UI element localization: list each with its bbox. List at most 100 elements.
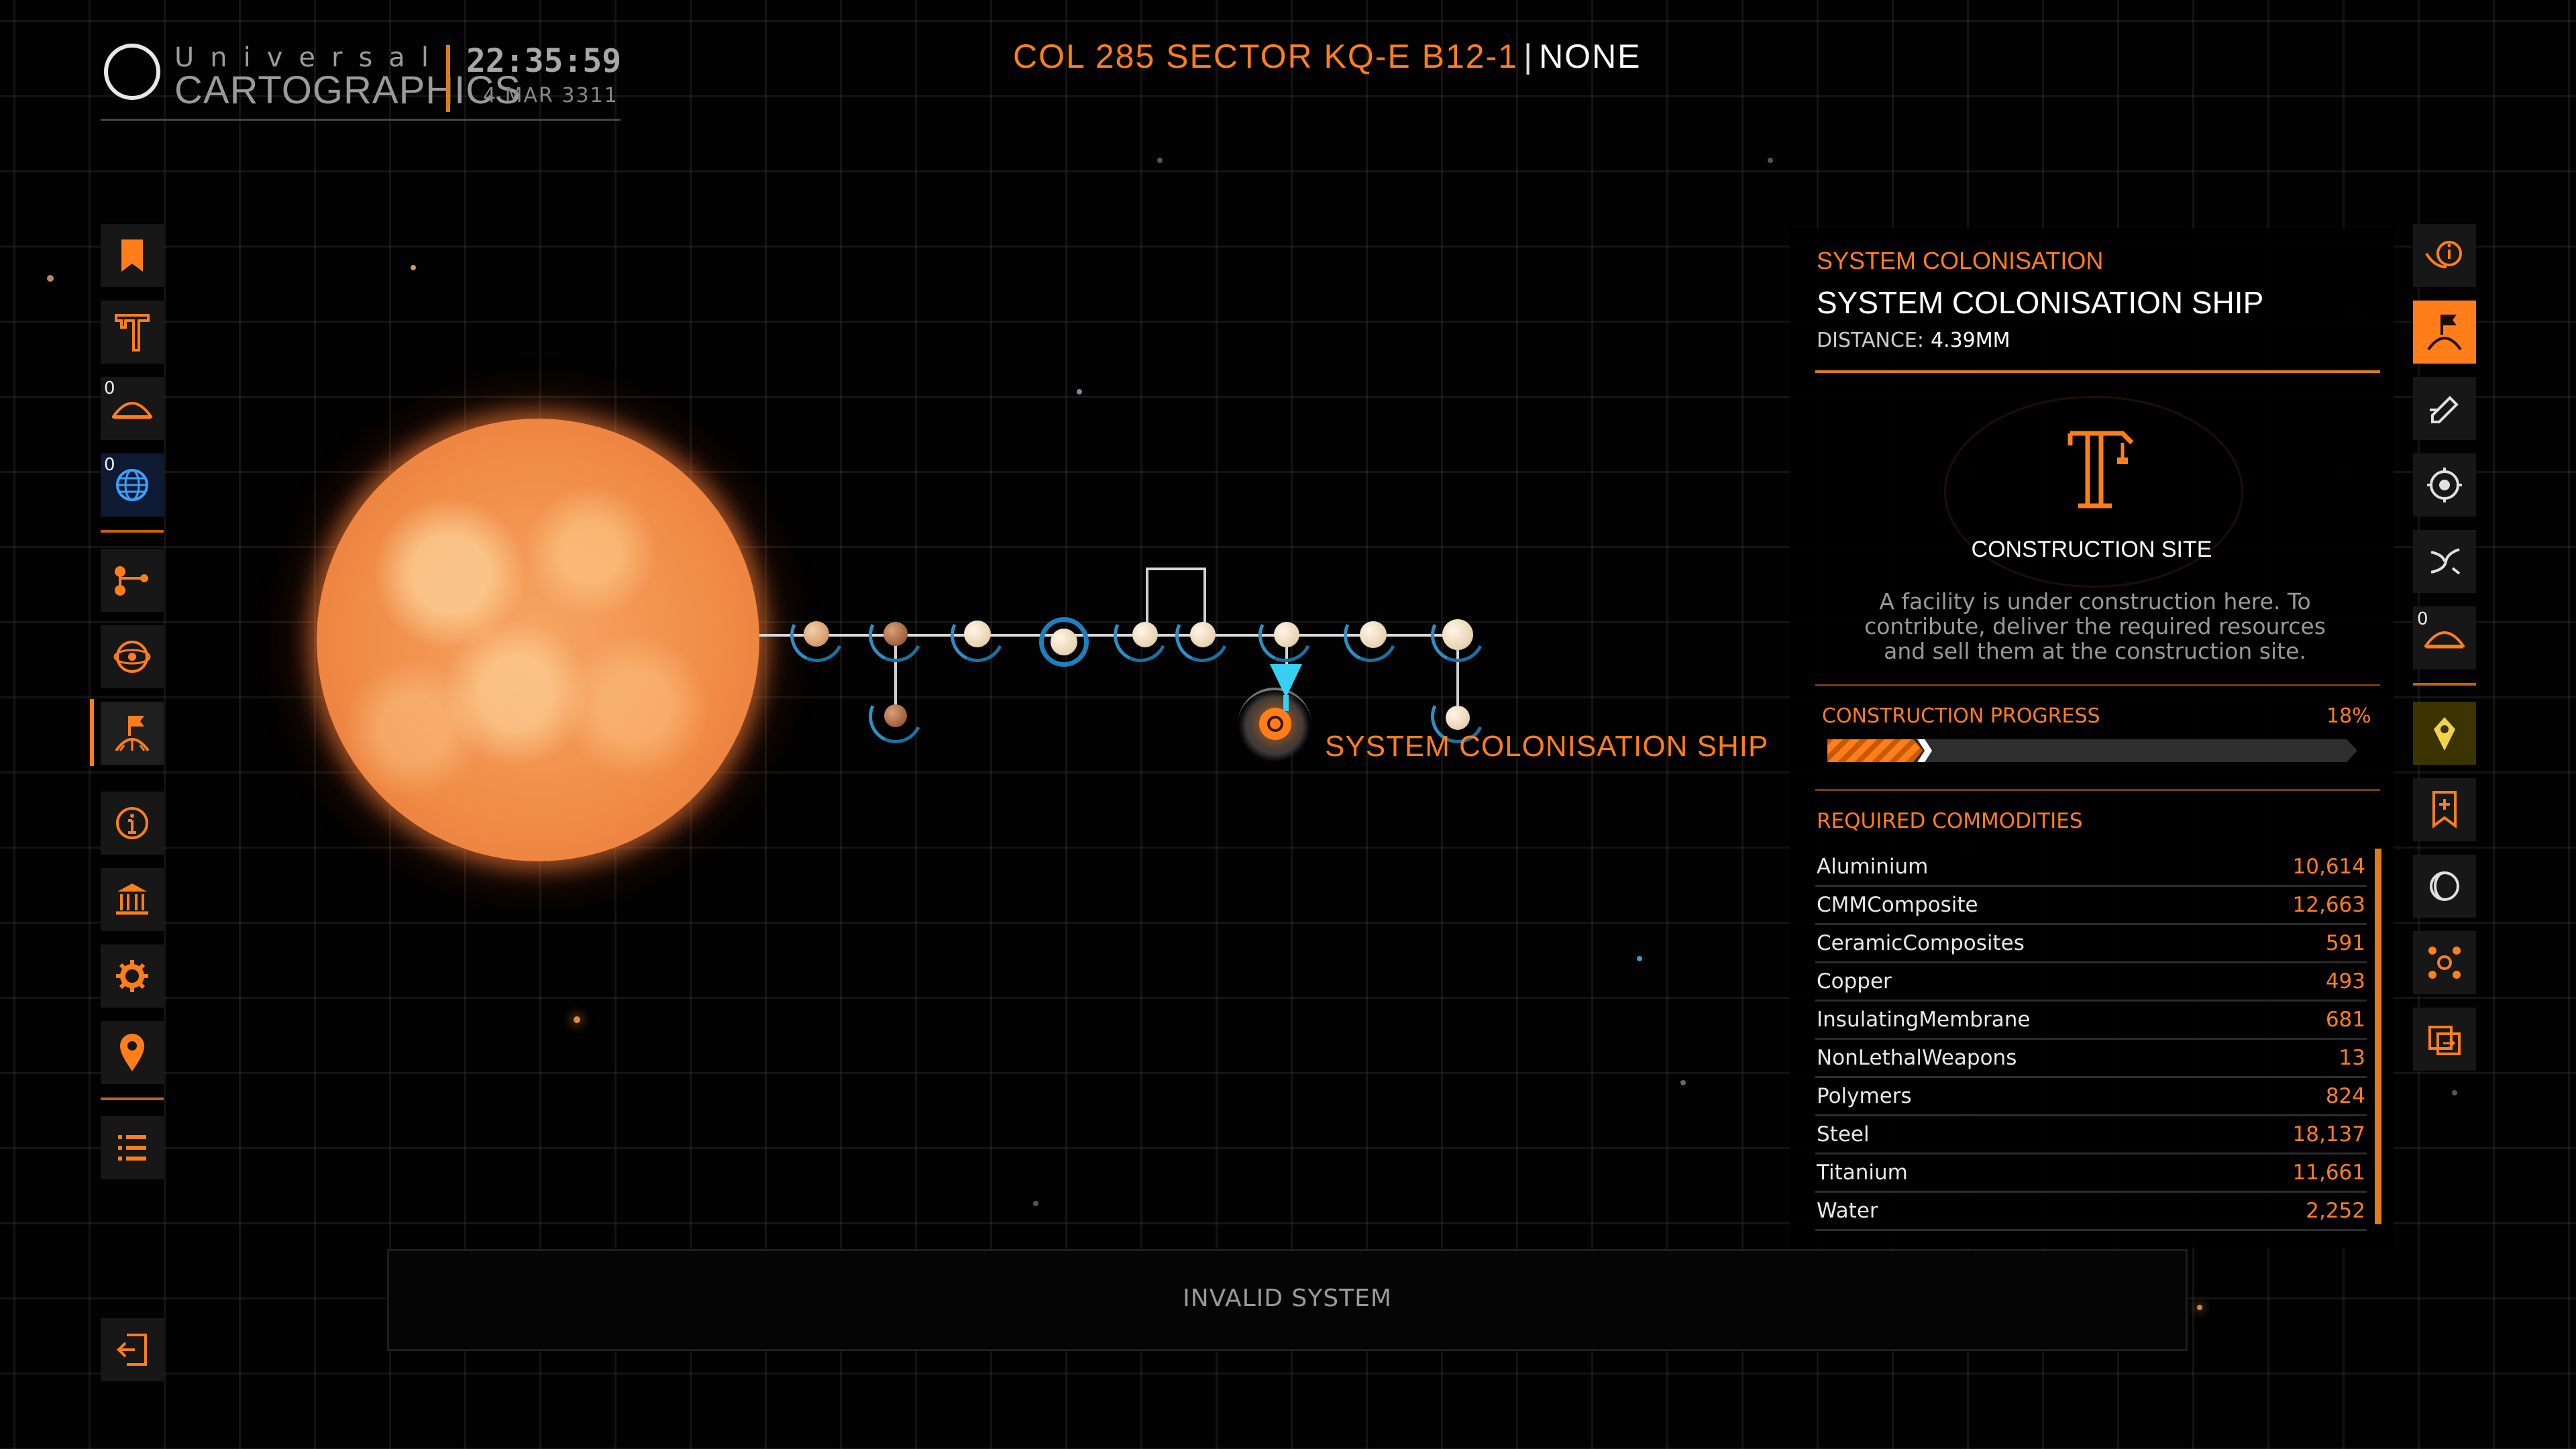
commodities-list[interactable]: Aluminium 10,614 CMMComposite 12,663 Ceramic…	[1815, 849, 2367, 1231]
commodity-amount: 824	[2325, 1084, 2365, 1108]
background-star	[1033, 1201, 1038, 1206]
right-nav-export[interactable]	[2413, 1008, 2476, 1071]
planet-body[interactable]	[964, 621, 991, 647]
commodity-amount: 11,661	[2292, 1161, 2365, 1185]
target-icon	[2427, 468, 2462, 502]
commodity-name: Steel	[1817, 1122, 1870, 1146]
planet-body[interactable]	[883, 622, 908, 646]
left-nav-construction[interactable]	[101, 301, 164, 364]
system-star[interactable]	[317, 419, 759, 861]
planet-body[interactable]	[1360, 621, 1387, 648]
right-nav-colonisation[interactable]	[2413, 301, 2476, 364]
background-star	[1157, 158, 1163, 163]
construction-progress-bar	[1827, 739, 2357, 762]
commodity-row[interactable]: Water 2,252	[1815, 1193, 2367, 1231]
left-nav-location[interactable]	[101, 1021, 164, 1084]
commodity-name: CMMComposite	[1817, 893, 1978, 917]
commodity-row[interactable]: Polymers 824	[1815, 1078, 2367, 1116]
commodity-row[interactable]: Titanium 11,661	[1815, 1155, 2367, 1193]
commodity-amount: 591	[2325, 931, 2365, 955]
status-text: INVALID SYSTEM	[1183, 1285, 1392, 1312]
background-star	[574, 1016, 580, 1023]
left-nav-bookmarks[interactable]	[101, 224, 164, 287]
panel-divider	[1815, 684, 2380, 686]
left-nav-route[interactable]	[101, 549, 164, 612]
commodity-name: Copper	[1817, 969, 1892, 994]
system-name: COL 285 SECTOR KQ-E B12-1	[1013, 38, 1519, 75]
left-nav-colonisation[interactable]	[101, 702, 164, 765]
left-nav-settings[interactable]	[101, 945, 164, 1008]
commodity-amount: 13	[2339, 1046, 2365, 1070]
right-nav-target[interactable]	[2413, 453, 2476, 517]
left-nav-galaxy[interactable]	[101, 625, 164, 688]
site-type-title: CONSTRUCTION SITE	[1971, 537, 2212, 562]
selected-body-label: SYSTEM COLONISATION SHIP	[1325, 730, 1769, 763]
right-nav-edit[interactable]	[2413, 377, 2476, 440]
commodity-name: InsulatingMembrane	[1817, 1008, 2031, 1032]
export-icon	[2428, 1026, 2461, 1055]
universal-cartographics-logo: Universal CARTOGRAPHICS 22:35:59 4 MAR 3…	[101, 37, 624, 124]
planet-body[interactable]	[1190, 622, 1216, 647]
commodities-scrollbar-thumb[interactable]	[2375, 849, 2381, 1224]
left-nav-list[interactable]	[101, 1116, 164, 1179]
right-nav-swap[interactable]	[2413, 530, 2476, 593]
left-nav-exit[interactable]	[101, 1318, 164, 1381]
commodity-name: Polymers	[1817, 1084, 1912, 1108]
landable-count: 0	[2417, 609, 2428, 629]
background-star	[1680, 1080, 1686, 1085]
system-title-bar: COL 285 SECTOR KQ-E B12-1 | NONE	[1013, 37, 1642, 76]
background-star	[411, 265, 416, 270]
left-nav-earthlike[interactable]: 0	[101, 453, 164, 517]
commodity-row[interactable]: Aluminium 10,614	[1815, 849, 2367, 887]
background-star	[1768, 158, 1773, 163]
right-nav-network[interactable]	[2413, 931, 2476, 994]
planet-body[interactable]	[1442, 619, 1473, 650]
exit-icon	[117, 1334, 147, 1366]
planet-body[interactable]	[1274, 622, 1299, 647]
body-info-panel: SYSTEM COLONISATION SYSTEM COLONISATION …	[1790, 228, 2394, 1248]
bank-icon	[116, 883, 148, 915]
commodity-name: Water	[1817, 1199, 1878, 1223]
commodity-amount: 2,252	[2306, 1199, 2365, 1223]
commodity-row[interactable]: CMMComposite 12,663	[1815, 887, 2367, 925]
background-star	[1077, 389, 1082, 394]
network-icon	[2428, 947, 2461, 979]
right-nav-planet[interactable]	[2413, 855, 2476, 918]
right-nav-landable[interactable]: 0	[2413, 606, 2476, 669]
left-nav-divider	[101, 1097, 164, 1100]
bookmark-icon	[121, 239, 143, 272]
commodity-row[interactable]: InsulatingMembrane 681	[1815, 1002, 2367, 1040]
right-nav-bookmark[interactable]	[2413, 778, 2476, 841]
planet-body[interactable]	[804, 621, 829, 647]
planet-body[interactable]	[1132, 622, 1158, 647]
site-description: A facility is under construction here. T…	[1864, 588, 2326, 664]
right-nav-marker[interactable]	[2413, 702, 2476, 765]
commodity-name: NonLethalWeapons	[1817, 1046, 2017, 1070]
commodity-row[interactable]: Copper 493	[1815, 963, 2367, 1002]
commodity-name: Titanium	[1817, 1161, 1908, 1185]
flag-icon	[2427, 315, 2462, 351]
commodity-amount: 10,614	[2292, 855, 2365, 879]
info-icon	[116, 807, 148, 839]
game-clock: 22:35:59	[466, 42, 622, 80]
right-nav-info[interactable]	[2413, 224, 2476, 287]
background-star	[2452, 1090, 2457, 1095]
moon-body[interactable]	[1446, 706, 1470, 730]
planet-body[interactable]	[1051, 629, 1077, 655]
commodity-row[interactable]: Steel 18,137	[1815, 1116, 2367, 1155]
left-nav-info[interactable]	[101, 792, 164, 855]
left-nav-government[interactable]	[101, 868, 164, 931]
selection-marker-icon	[1270, 664, 1302, 698]
status-bar: INVALID SYSTEM	[387, 1249, 2188, 1351]
header-underline	[101, 119, 621, 121]
panel-category: SYSTEM COLONISATION	[1817, 247, 2104, 274]
background-star	[1637, 956, 1642, 961]
moon-body[interactable]	[884, 704, 907, 727]
earthlike-count: 0	[104, 455, 115, 475]
left-nav-divider	[101, 530, 164, 533]
colonisation-ship-station[interactable]	[1259, 708, 1291, 740]
left-nav-landable[interactable]: 0	[101, 377, 164, 440]
commodity-amount: 493	[2325, 969, 2365, 994]
commodity-row[interactable]: NonLethalWeapons 13	[1815, 1040, 2367, 1078]
commodity-row[interactable]: CeramicComposites 591	[1815, 925, 2367, 963]
